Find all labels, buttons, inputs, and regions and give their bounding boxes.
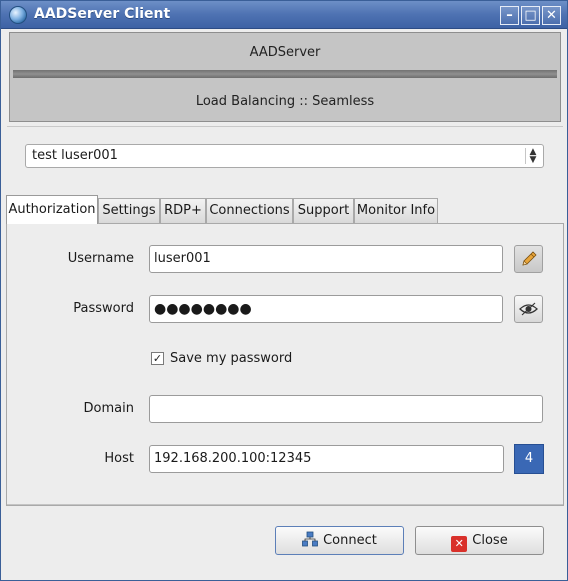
close-icon: ✕	[451, 536, 468, 552]
banner-divider	[13, 70, 557, 78]
username-label: Username	[67, 251, 134, 266]
save-password-label: Save my password	[170, 351, 293, 366]
footer-divider	[7, 504, 563, 505]
tab-authorization[interactable]: Authorization	[6, 195, 98, 224]
profile-select[interactable]: test luser001 ▲ ▼	[25, 144, 544, 168]
close-window-button[interactable]: ✕	[542, 6, 561, 25]
divider	[7, 126, 563, 127]
title-bar[interactable]: AADServer Client – □ ✕	[1, 1, 567, 29]
connect-label: Connect	[323, 533, 377, 548]
banner-server-name: AADServer	[249, 45, 321, 60]
profile-select-value: test luser001	[32, 148, 118, 163]
domain-field[interactable]	[149, 395, 543, 423]
app-globe-icon	[9, 6, 27, 24]
host-label: Host	[104, 451, 134, 466]
tab-settings[interactable]: Settings	[98, 198, 160, 223]
network-icon	[302, 531, 319, 547]
server-banner: AADServer Load Balancing :: Seamless	[9, 32, 561, 122]
domain-label: Domain	[83, 401, 134, 416]
password-label: Password	[73, 301, 134, 316]
banner-mode-text: Load Balancing :: Seamless	[195, 94, 375, 109]
minimize-button[interactable]: –	[500, 6, 519, 25]
close-button[interactable]: ✕ Close	[415, 526, 544, 555]
edit-username-button[interactable]	[514, 245, 543, 273]
maximize-button[interactable]: □	[521, 6, 540, 25]
password-field[interactable]: ●●●●●●●●	[149, 295, 503, 323]
reveal-password-button[interactable]	[514, 295, 543, 323]
chevron-updown-icon: ▲ ▼	[525, 148, 540, 165]
host-count-badge[interactable]: 4	[514, 444, 544, 474]
authorization-panel: Username luser001 Password ●●●●●●●● ✓ Sa…	[6, 223, 564, 506]
close-label: Close	[472, 533, 508, 548]
username-field[interactable]: luser001	[149, 245, 503, 273]
host-field[interactable]: 192.168.200.100:12345	[149, 445, 504, 473]
tab-support[interactable]: Support	[293, 198, 354, 223]
tab-monitor-info[interactable]: Monitor Info	[354, 198, 438, 223]
pencil-icon	[522, 251, 537, 266]
save-password-checkbox[interactable]: ✓	[151, 352, 164, 365]
window-title: AADServer Client	[34, 6, 171, 22]
connect-button[interactable]: Connect	[275, 526, 404, 555]
tab-rdp-plus[interactable]: RDP+	[160, 198, 206, 223]
eye-icon	[519, 302, 538, 316]
tab-connections[interactable]: Connections	[206, 198, 293, 223]
app-window: AADServer Client – □ ✕ AADServer Load Ba…	[0, 0, 568, 581]
